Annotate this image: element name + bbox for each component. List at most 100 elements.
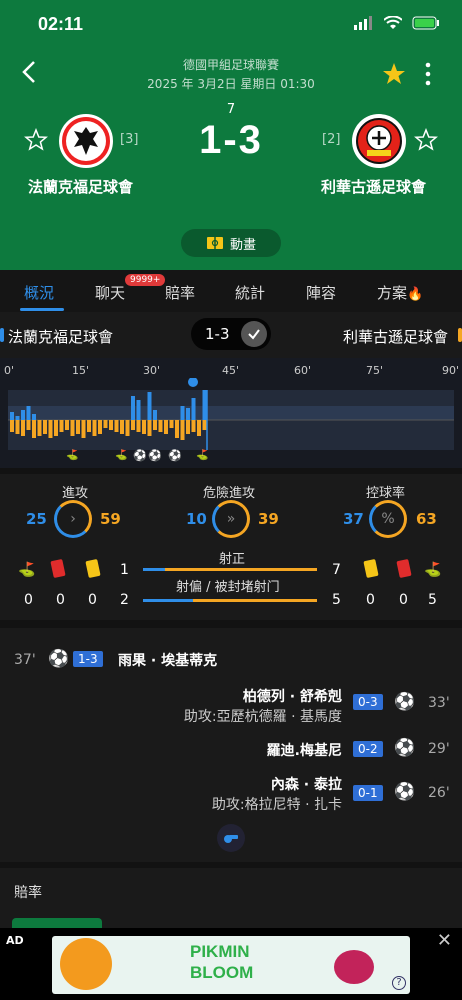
momentum-bar-away [15,420,20,434]
momentum-bar-away [103,420,108,428]
pikmin-character-image [334,950,374,984]
momentum-bar-away [65,420,69,430]
dangerous-home: 10 [186,510,207,528]
odds-title: 賠率 [14,885,42,901]
momentum-bar-away [191,420,196,432]
event-player[interactable]: 雨果 · 埃基蒂克 [118,650,217,670]
event-score: 0-2 [353,741,383,757]
momentum-bar-away [26,420,31,430]
tab-bar: 概況 聊天 賠率 統計 陣容 方案🔥 [0,270,462,312]
event-assist: 助攻:亞歷杭德羅 · 基馬度 [183,709,342,725]
home-yellow-card-icon [85,558,101,579]
teambar-score-pill[interactable]: 1-3 [191,318,271,350]
home-team-crest[interactable] [59,114,113,168]
bayer-crest-icon [356,118,402,164]
momentum-bar-away [76,420,80,434]
momentum-bar-away [142,420,146,434]
goal-ball-icon: ⚽ [168,449,182,462]
shots-on-home: 1 [120,562,129,578]
home-red: 0 [56,592,65,608]
momentum-bar-away [10,420,14,432]
momentum-bar-away [114,420,119,432]
shots-on-bar-home [143,568,165,571]
away-corners: 5 [428,592,437,608]
attack-label: 進攻 [62,486,89,501]
momentum-bar-away [202,420,207,430]
tab-chat[interactable]: 聊天 [95,282,125,303]
away-red: 0 [399,592,408,608]
ad-close-icon[interactable]: ✕ [437,930,452,951]
momentum-bar-away [136,420,141,432]
momentum-bar-away [186,420,190,434]
ad-image[interactable]: PIKMIN BLOOM ? [52,936,410,994]
double-chevron-icon: » [226,511,236,527]
away-color-marker [458,328,462,342]
momentum-bar-away [37,420,42,436]
stats-panel: 進攻 危險進攻 控球率 25 › 59 10 » 39 37 % 63 ⛳ 1 … [0,474,462,620]
event-score: 0-3 [353,694,383,710]
away-team-crest[interactable] [352,114,406,168]
teambar-away-name: 利華古遜足球會 [342,328,448,346]
fire-icon: 🔥 [407,287,424,302]
tab-odds[interactable]: 賠率 [165,282,195,303]
goal-ball-icon: ⚽ [394,692,416,712]
goal-events: 37' ⚽ 1-3 雨果 · 埃基蒂克 柏德列 · 舒希剋 助攻:亞歷杭德羅 ·… [0,628,462,862]
home-team-name[interactable]: 法蘭克福足球會 [28,176,133,197]
momentum-bar-away [197,420,201,436]
momentum-bar-away [125,420,130,436]
tab-stats[interactable]: 統計 [235,282,265,303]
odds-tab-active[interactable] [12,918,102,928]
signal-icon [354,16,372,30]
odds-section: 賠率 [0,868,462,928]
more-menu-icon[interactable] [420,62,436,86]
shots-on-label: 射正 [219,552,246,567]
away-red-card-icon [396,558,412,579]
ad-brand-bottom: BLOOM [190,963,254,982]
corner-flag-icon: ⛳ [66,450,79,461]
dangerous-away: 39 [258,510,279,528]
status-time: 02:11 [38,14,84,34]
momentum-bar-away [21,420,25,436]
event-player[interactable]: 羅迪.梅基尼 [267,740,342,760]
corner-flag-icon: ⛳ [196,450,209,461]
shots-off-bar-home [143,599,193,602]
favorite-star-icon[interactable] [382,62,406,86]
event-score: 0-1 [353,785,383,801]
status-bar: 02:11 [0,12,462,40]
attack-ring: › [54,500,92,538]
goal-marker-icon [188,378,198,387]
minute-label: 60' [294,364,312,377]
momentum-bar-away [147,420,152,436]
goal-ball-icon: ⚽ [394,738,416,758]
momentum-bar-away [54,420,58,436]
event-assist: 助攻:格拉尼特 · 扎卡 [211,797,342,813]
momentum-bar-home [21,410,25,420]
shots-off-label: 射偏 / 被封堵射门 [176,580,280,595]
shots-off-away: 5 [332,592,341,608]
tab-plans[interactable]: 方案🔥 [377,282,423,303]
ad-info-icon[interactable]: ? [392,976,406,990]
event-minute: 37' [14,652,36,668]
momentum-bar-away [169,420,174,428]
dangerous-attack-label: 危險進攻 [203,486,256,501]
away-team-name[interactable]: 利華古遜足球會 [321,176,426,197]
corner-flag-icon: ⛳ [115,450,128,461]
momentum-bar-away [32,420,36,438]
event-player[interactable]: 柏德列 · 舒希剋 [243,686,342,706]
event-player[interactable]: 內森 · 泰拉 [271,774,342,794]
possession-home: 37 [343,510,364,528]
animation-button[interactable]: 動畫 [181,229,281,257]
minute-label: 75' [366,364,384,377]
home-follow-star-icon[interactable] [24,128,48,152]
momentum-bar-home [153,410,157,420]
minute-label: 90' [442,364,460,377]
tab-lineup[interactable]: 陣容 [306,282,336,303]
momentum-bar-away [70,420,75,436]
away-follow-star-icon[interactable] [414,128,438,152]
momentum-bar-home [136,400,141,420]
momentum-bar-home [32,414,36,420]
shots-on-away: 7 [332,562,341,578]
teambar-home-name: 法蘭克福足球會 [8,328,114,346]
tab-overview[interactable]: 概況 [24,282,54,303]
home-corner-icon: ⛳ [18,562,36,578]
